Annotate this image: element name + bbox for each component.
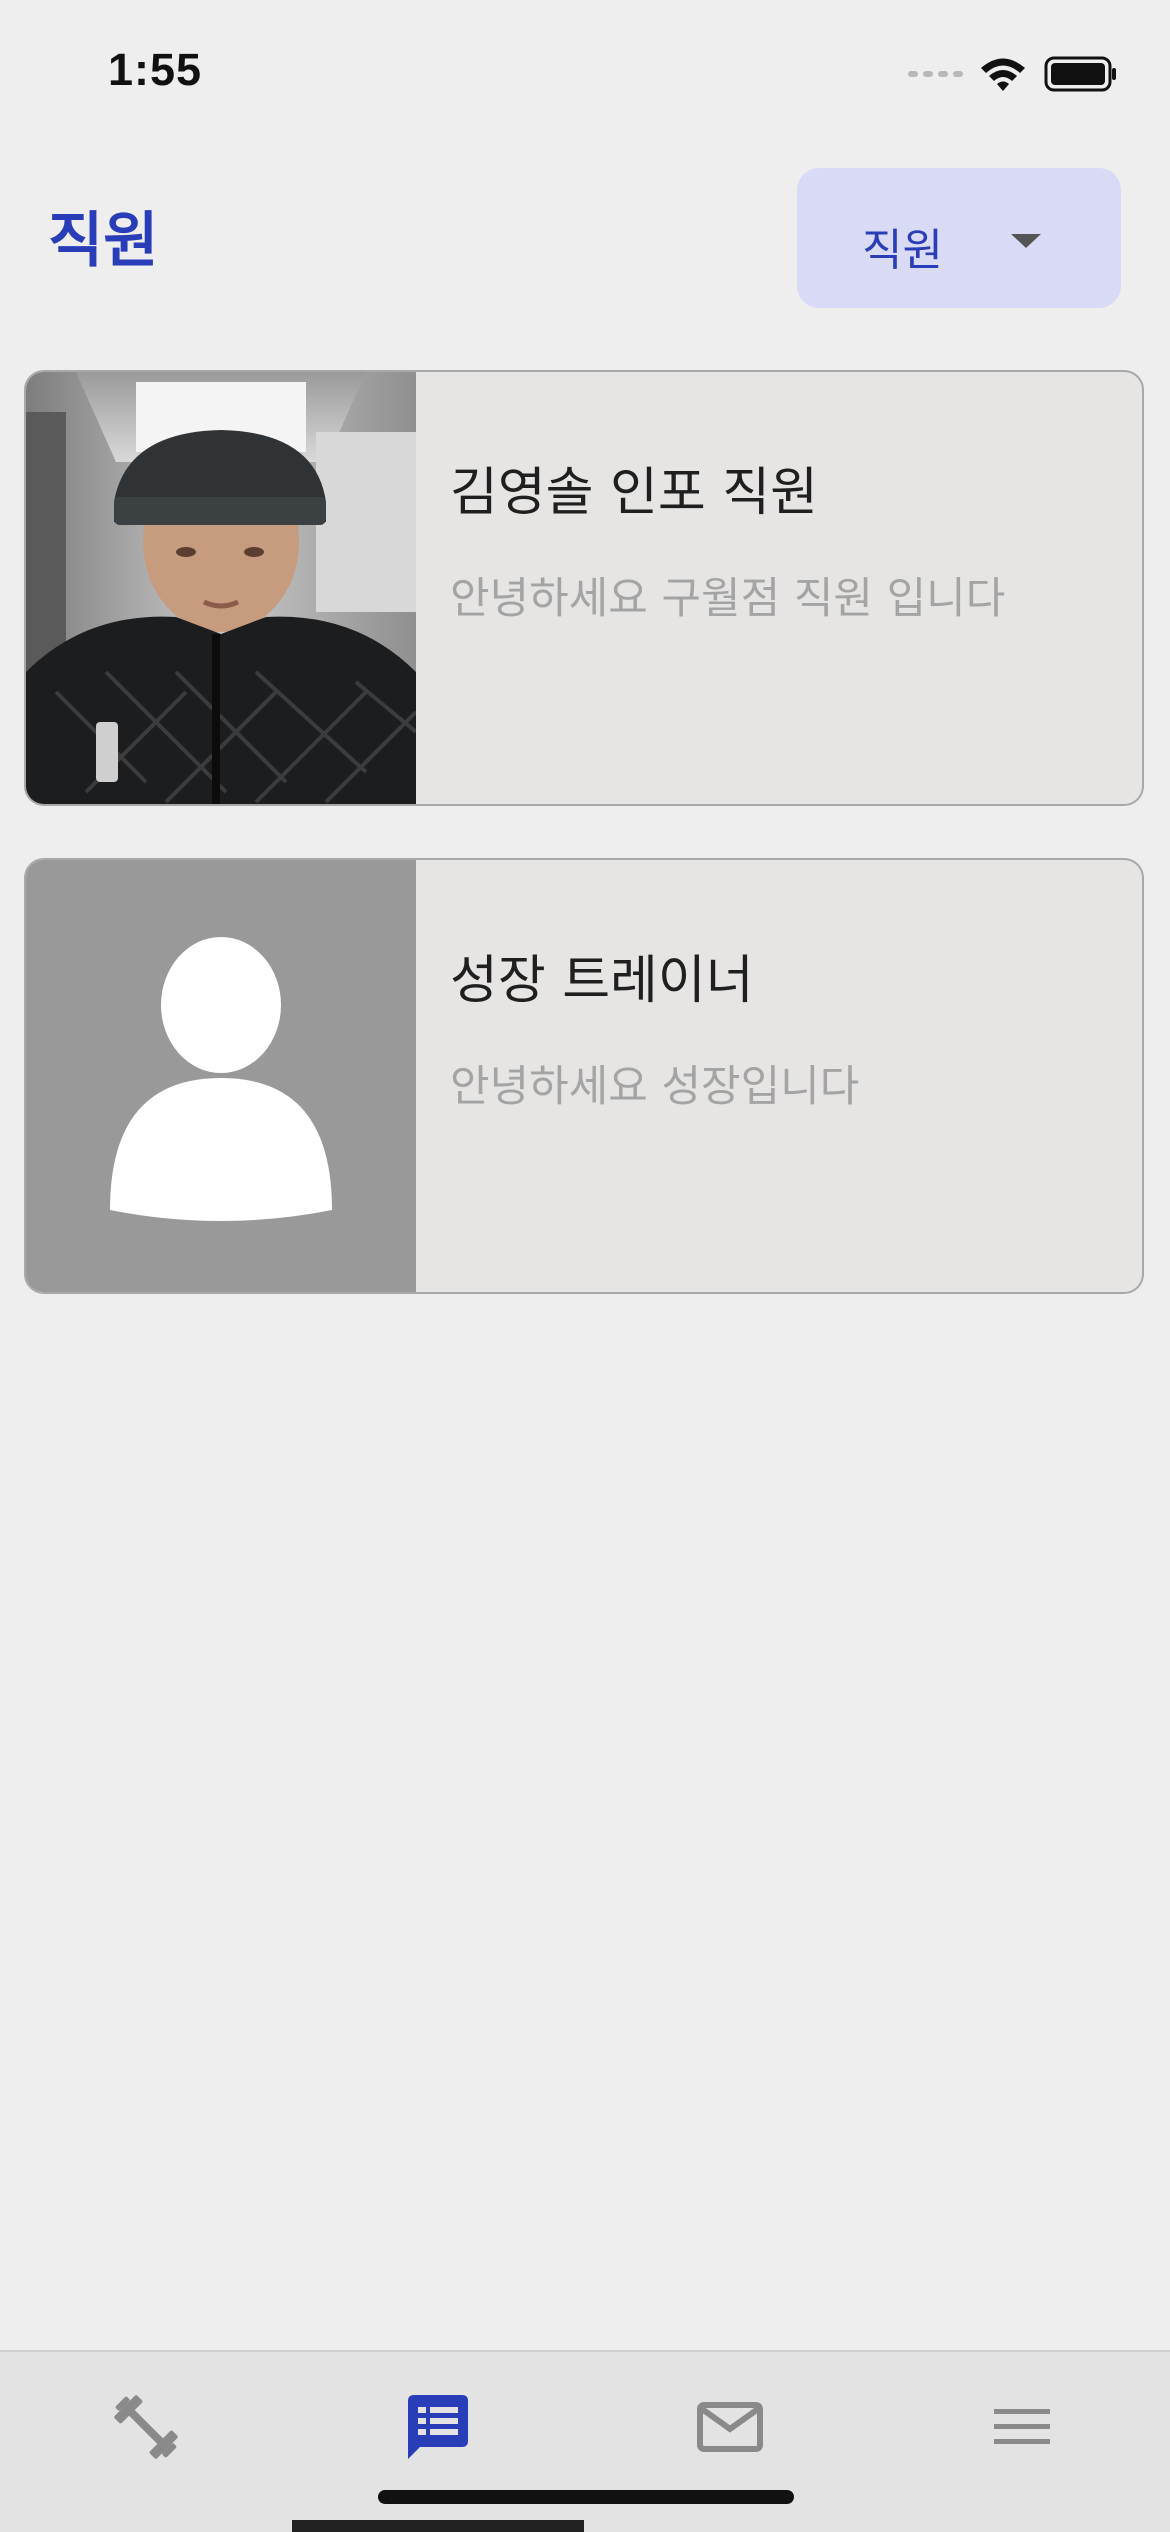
tab-messages[interactable] <box>584 2352 876 2502</box>
home-indicator <box>378 2490 794 2504</box>
mail-icon <box>697 2402 763 2452</box>
tab-workout[interactable] <box>0 2352 292 2502</box>
status-time: 1:55 <box>108 44 203 95</box>
staff-name: 성장 트레이너 <box>450 951 754 1011</box>
page-title: 직원 <box>48 206 159 276</box>
caret-down-icon <box>1011 234 1041 248</box>
battery-icon <box>1044 56 1116 92</box>
tab-menu[interactable] <box>876 2352 1168 2502</box>
status-bar: 1:55 <box>0 0 1170 150</box>
staff-name: 김영솔 인포 직원 <box>450 463 818 523</box>
wifi-icon <box>981 58 1025 91</box>
profile-photo <box>26 372 416 804</box>
staff-card[interactable]: 성장 트레이너 안녕하세요 성장입니다 <box>24 858 1144 1294</box>
dumbbell-icon <box>114 2395 178 2459</box>
role-filter-selected: 직원 <box>862 225 943 276</box>
staff-description: 안녕하세요 성장입니다 <box>450 1062 860 1112</box>
keyboard-edge <box>292 2520 584 2532</box>
staff-card[interactable]: 김영솔 인포 직원 안녕하세요 구월점 직원 입니다 <box>24 370 1144 806</box>
cellular-signal-icon <box>908 71 963 77</box>
tab-feed[interactable] <box>292 2352 584 2502</box>
feed-list-icon <box>408 2395 468 2459</box>
staff-description: 안녕하세요 구월점 직원 입니다 <box>450 574 1006 624</box>
header: 직원 직원 <box>0 166 1170 311</box>
role-filter-dropdown[interactable]: 직원 <box>797 168 1121 308</box>
tab-bar <box>0 2350 1170 2532</box>
menu-icon <box>994 2409 1050 2444</box>
default-avatar-icon <box>26 860 416 1292</box>
status-icons <box>908 54 1118 94</box>
